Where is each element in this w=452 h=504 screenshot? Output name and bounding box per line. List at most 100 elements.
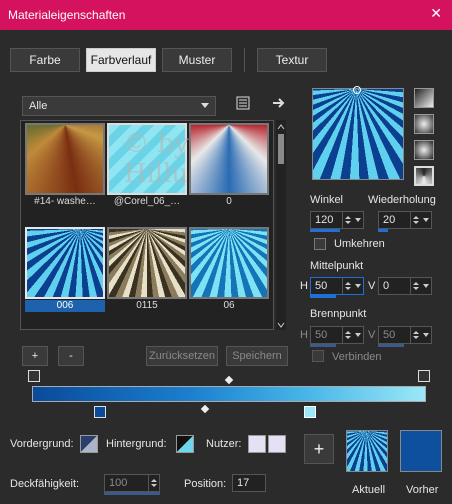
chevron-down-icon (201, 103, 209, 108)
tab-separator (244, 48, 245, 72)
angle-level-bar (310, 229, 340, 232)
angle-value: 120 (315, 214, 334, 226)
repeat-level-bar (378, 229, 388, 232)
gradient-caption: @Corel_06_… (113, 196, 181, 207)
user-swatch-1[interactable] (248, 435, 266, 453)
tab-textur[interactable]: Textur (257, 48, 327, 72)
color-stop-marker[interactable] (94, 406, 106, 418)
gradient-tile[interactable]: @Corel_06_… (107, 123, 187, 209)
gradient-thumbnail (107, 227, 187, 299)
arrow-right-icon[interactable] (270, 94, 288, 112)
window-title: Materialeigenschaften (8, 8, 126, 22)
angle-dropdown-icon[interactable] (353, 212, 363, 228)
angle-label: Winkel (310, 194, 344, 206)
focal-v-dropdown-icon[interactable] (421, 327, 431, 343)
library-scrollbar[interactable] (276, 120, 286, 330)
focal-v-step-icon[interactable] (410, 327, 421, 343)
gradient-bar[interactable] (32, 386, 426, 402)
current-gradient-swatch[interactable] (346, 430, 388, 472)
background-label: Hintergrund: (106, 438, 167, 450)
invert-checkbox[interactable] (314, 238, 326, 250)
focal-h-value: 50 (315, 329, 328, 341)
tab-farbverlauf[interactable]: Farbverlauf (86, 48, 156, 72)
reset-button[interactable]: Zurücksetzen (146, 346, 218, 366)
position-field[interactable]: 17 (232, 474, 266, 492)
midpoint-h-value: 50 (315, 280, 328, 292)
remove-stop-button[interactable]: - (58, 346, 84, 366)
focal-v-label: V (368, 329, 376, 341)
angle-spinner[interactable]: 120 (310, 211, 364, 229)
gradient-caption: #14- washe… (34, 196, 96, 207)
rectangular-style-icon[interactable] (414, 114, 434, 134)
tab-muster[interactable]: Muster (162, 48, 232, 72)
focal-v-level-bar (378, 344, 404, 347)
repeat-step-icon[interactable] (410, 212, 421, 228)
repeat-dropdown-icon[interactable] (421, 212, 431, 228)
gradient-caption: 006 (25, 300, 105, 312)
midpoint-v-spinner[interactable]: 0 (378, 277, 432, 295)
linear-style-icon[interactable] (414, 88, 434, 108)
gradient-tile[interactable]: 06 (189, 227, 269, 313)
opacity-level-bar (104, 492, 160, 495)
scroll-thumb[interactable] (278, 134, 284, 164)
add-to-library-button[interactable]: + (304, 434, 334, 464)
gradient-library-grid: #14- washe… @Corel_06_… 0 006 0115 06 © … (20, 120, 274, 330)
library-menu-icon[interactable] (234, 94, 252, 112)
gradient-caption: 0 (226, 196, 232, 207)
title-bar: Materialeigenschaften ✕ (0, 0, 452, 30)
gradient-tile[interactable]: 0115 (107, 227, 187, 313)
scroll-up-icon[interactable] (277, 122, 285, 130)
midpoint-v-label: V (368, 280, 376, 292)
focal-v-spinner[interactable]: 50 (378, 326, 432, 344)
focal-h-dropdown-icon[interactable] (353, 327, 363, 343)
midpoint-h-step-icon[interactable] (342, 278, 353, 294)
gradient-filter-select[interactable]: Alle (22, 96, 216, 116)
position-label: Position: (184, 478, 227, 490)
gradient-tile[interactable]: 006 (25, 227, 105, 313)
focal-v-value: 50 (383, 329, 396, 341)
tab-farbe[interactable]: Farbe (10, 48, 80, 72)
gradient-thumbnail (189, 227, 269, 299)
gradient-preview[interactable] (312, 86, 404, 180)
angle-step-icon[interactable] (342, 212, 353, 228)
background-swatch[interactable] (176, 435, 194, 453)
sunburst-style-icon[interactable] (414, 166, 434, 186)
gradient-thumbnail (107, 123, 187, 195)
link-label: Verbinden (332, 351, 382, 363)
midpoint-v-step-icon[interactable] (410, 278, 421, 294)
focal-label: Brennpunkt (310, 308, 367, 320)
user-label: Nutzer: (206, 438, 242, 450)
focal-h-level-bar (310, 344, 336, 347)
end-stop-marker[interactable] (418, 370, 430, 382)
current-label: Aktuell (352, 484, 386, 496)
position-value: 17 (237, 477, 250, 489)
add-stop-button[interactable]: + (22, 346, 48, 366)
gradient-tile[interactable]: 0 (189, 123, 269, 209)
opacity-spinner[interactable]: 100 (104, 474, 160, 492)
close-icon[interactable]: ✕ (430, 6, 442, 20)
focal-h-spinner[interactable]: 50 (310, 326, 364, 344)
foreground-swatch[interactable] (80, 435, 98, 453)
focal-point-handle[interactable] (353, 86, 361, 94)
invert-label: Umkehren (334, 238, 385, 250)
midpoint-h-dropdown-icon[interactable] (353, 278, 363, 294)
gradient-caption: 06 (223, 300, 235, 311)
opacity-step-icon[interactable] (148, 475, 159, 491)
repeat-value: 20 (383, 214, 396, 226)
gradient-thumbnail (25, 123, 105, 195)
midpoint-v-dropdown-icon[interactable] (421, 278, 431, 294)
gradient-tile[interactable]: #14- washe… (25, 123, 105, 209)
focal-h-step-icon[interactable] (342, 327, 353, 343)
radial-style-icon[interactable] (414, 140, 434, 160)
save-button[interactable]: Speichern (226, 346, 288, 366)
color-stop-marker[interactable] (304, 406, 316, 418)
user-swatch-2[interactable] (268, 435, 286, 453)
midpoint-v-value: 0 (383, 280, 390, 292)
scroll-down-icon[interactable] (277, 320, 285, 328)
link-checkbox[interactable] (312, 350, 324, 362)
previous-color-swatch[interactable] (400, 430, 442, 472)
repeat-spinner[interactable]: 20 (378, 211, 432, 229)
opacity-label: Deckfähigkeit: (10, 478, 80, 490)
start-stop-marker[interactable] (28, 370, 40, 382)
midpoint-h-spinner[interactable]: 50 (310, 277, 364, 295)
